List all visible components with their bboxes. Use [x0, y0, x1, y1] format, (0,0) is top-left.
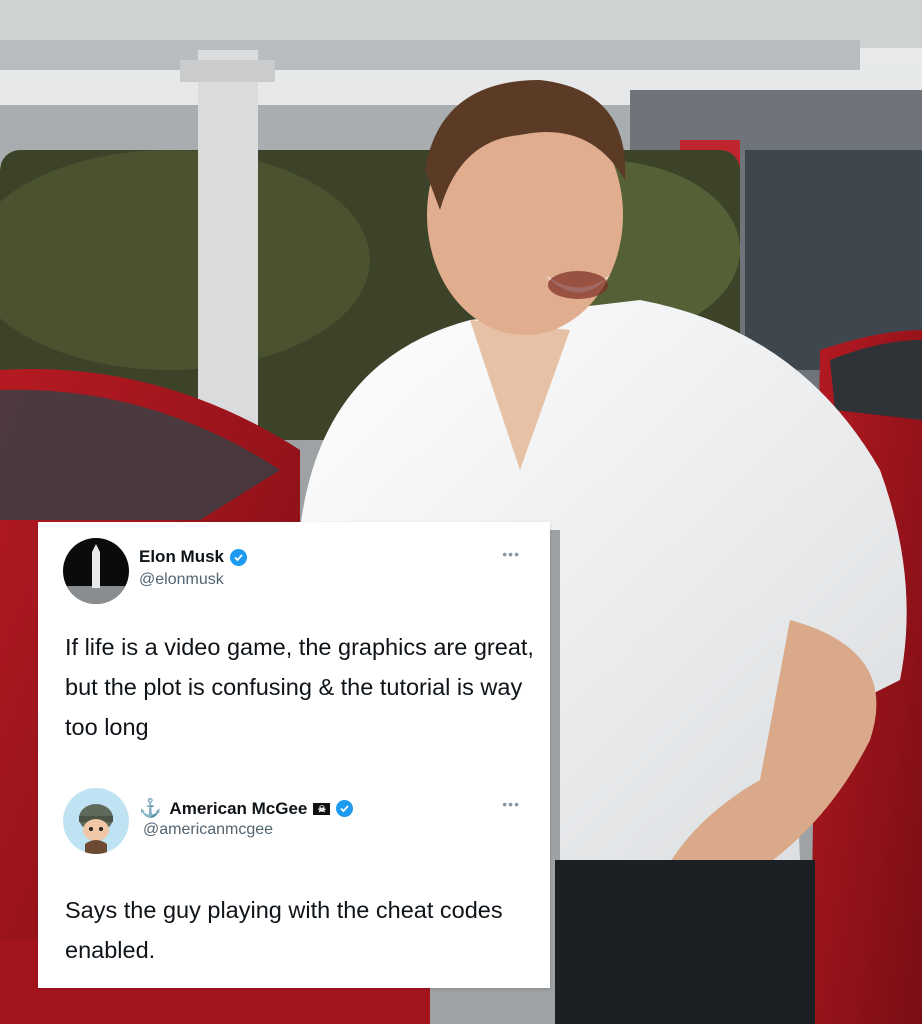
- verified-badge-icon: [230, 548, 248, 566]
- anchor-icon: ⚓: [139, 798, 162, 818]
- reply-tweet: ⚓ American McGee ☠ @americanmcgee ••• Sa…: [38, 776, 550, 988]
- pirate-flag-icon: ☠: [313, 802, 331, 815]
- reply-author-name[interactable]: American McGee: [169, 799, 307, 819]
- reply-text: Says the guy playing with the cheat code…: [65, 897, 503, 963]
- reply-author-handle[interactable]: @americanmcgee: [143, 821, 273, 839]
- tweet-author-row: Elon Musk: [139, 547, 248, 567]
- tweet-author-name[interactable]: Elon Musk: [139, 547, 224, 567]
- tweet-text: If life is a video game, the graphics ar…: [65, 634, 534, 740]
- tweet-screenshot-card: Elon Musk @elonmusk ••• If life is a vid…: [38, 522, 550, 988]
- americanmcgee-avatar[interactable]: [63, 788, 129, 854]
- reply-author-row: ⚓ American McGee ☠: [139, 798, 354, 819]
- more-options-icon[interactable]: •••: [502, 546, 520, 562]
- more-options-icon[interactable]: •••: [502, 796, 520, 812]
- original-tweet: Elon Musk @elonmusk ••• If life is a vid…: [38, 522, 550, 772]
- elonmusk-avatar[interactable]: [63, 538, 129, 604]
- verified-badge-icon: [336, 800, 354, 817]
- tweet-author-handle[interactable]: @elonmusk: [139, 571, 224, 589]
